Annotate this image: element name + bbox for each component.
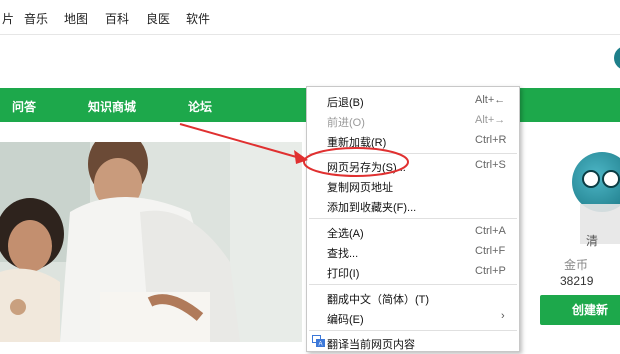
menu-item-label: 查找...	[327, 248, 359, 260]
top-nav-item-map[interactable]: 地图	[64, 10, 88, 27]
chevron-right-icon: ›	[501, 310, 505, 322]
menu-separator	[309, 284, 517, 285]
top-nav-item-music[interactable]: 音乐	[24, 10, 48, 27]
menu-item-back[interactable]: 后退(B) Alt+←	[307, 89, 519, 111]
translate-icon: A	[312, 335, 325, 347]
menu-item-label: 复制网页地址	[327, 182, 393, 194]
menu-item-label: 打印(I)	[327, 268, 360, 280]
menu-item-find[interactable]: 查找... Ctrl+F	[307, 240, 519, 262]
create-button[interactable]: 创建新	[540, 295, 620, 325]
menu-item-encoding[interactable]: 编码(E) ›	[307, 306, 519, 328]
top-nav-item-video[interactable]: 片	[2, 10, 14, 27]
menu-item-forward[interactable]: 前进(O) Alt+→	[307, 109, 519, 131]
menu-item-shortcut: Alt+→	[475, 114, 506, 126]
menu-item-label: 添加到收藏夹(F)...	[327, 202, 417, 214]
family-photo-illustration	[0, 142, 302, 342]
menu-item-select-all[interactable]: 全选(A) Ctrl+A	[307, 220, 519, 242]
menu-item-shortcut: Alt+←	[475, 94, 506, 106]
menu-item-label: 后退(B)	[327, 97, 364, 109]
menu-item-label: 网页另存为(S)...	[327, 162, 406, 174]
hero-banner-image[interactable]	[0, 142, 302, 342]
menu-item-label: 全选(A)	[327, 228, 364, 240]
nav-item-qa[interactable]: 问答	[12, 98, 36, 115]
svg-text:A: A	[319, 342, 323, 348]
menu-item-label: 前进(O)	[327, 117, 365, 129]
menu-item-shortcut: Ctrl+P	[475, 265, 506, 277]
menu-item-save-as[interactable]: 网页另存为(S)... Ctrl+S	[307, 154, 519, 176]
header-divider	[0, 34, 620, 35]
mascot-avatar[interactable]	[572, 152, 620, 212]
menu-item-shortcut: Ctrl+S	[475, 159, 506, 171]
menu-item-print[interactable]: 打印(I) Ctrl+P	[307, 260, 519, 282]
menu-item-copy-url[interactable]: 复制网页地址	[307, 174, 519, 196]
coins-label: 金币	[564, 258, 589, 272]
context-menu: 后退(B) Alt+← 前进(O) Alt+→ 重新加载(R) Ctrl+R 网…	[306, 86, 520, 352]
user-avatar[interactable]	[614, 46, 620, 70]
menu-item-translate-chinese[interactable]: 翻成中文（简体）(T)	[307, 286, 519, 308]
menu-item-add-favorite[interactable]: 添加到收藏夹(F)...	[307, 194, 519, 216]
menu-item-shortcut: Ctrl+R	[475, 134, 507, 146]
menu-item-shortcut: Ctrl+F	[475, 245, 506, 257]
nav-item-store[interactable]: 知识商城	[88, 98, 136, 115]
menu-item-label: 翻成中文（简体）(T)	[327, 294, 430, 306]
menu-item-label: 编码(E)	[327, 314, 364, 326]
nav-item-forum[interactable]: 论坛	[188, 98, 212, 115]
menu-item-label: 翻译当前网页内容	[327, 339, 415, 351]
menu-separator	[309, 218, 517, 219]
top-nav: 片 音乐 地图 百科 良医 软件	[0, 0, 620, 34]
user-card: 清 金币 38219 创建新	[520, 122, 620, 354]
menu-item-label: 重新加载(R)	[327, 137, 387, 149]
top-nav-item-doctor[interactable]: 良医	[146, 10, 170, 27]
menu-item-reload[interactable]: 重新加载(R) Ctrl+R	[307, 129, 519, 151]
menu-item-translate-page[interactable]: A 翻译当前网页内容	[307, 331, 519, 353]
menu-item-shortcut: Ctrl+A	[475, 225, 506, 237]
username[interactable]: 清	[586, 232, 598, 249]
coins-value: 38219	[560, 274, 594, 288]
top-nav-item-software[interactable]: 软件	[186, 10, 210, 27]
top-nav-item-baike[interactable]: 百科	[105, 10, 129, 27]
